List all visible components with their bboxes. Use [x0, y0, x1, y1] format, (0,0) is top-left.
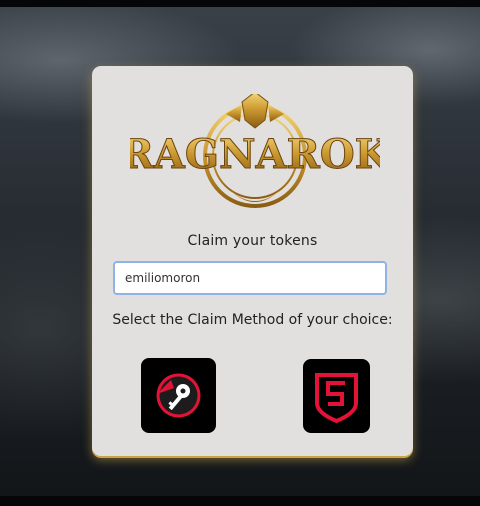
claim-card: RAGNAROK Claim your tokens Select the Cl… — [92, 66, 413, 456]
keychain-method-button[interactable] — [141, 358, 216, 433]
ragnarok-logo: RAGNAROK — [130, 94, 380, 208]
bottom-bar — [0, 496, 480, 506]
logo-text: RAGNAROK — [130, 131, 380, 178]
claim-method-prompt: Select the Claim Method of your choice: — [112, 312, 393, 328]
shield-icon — [315, 373, 358, 424]
claim-title: Claim your tokens — [187, 233, 318, 249]
hivesigner-method-button[interactable] — [303, 359, 370, 433]
username-input[interactable] — [113, 261, 387, 295]
top-bar — [0, 0, 480, 7]
key-icon — [156, 373, 201, 418]
